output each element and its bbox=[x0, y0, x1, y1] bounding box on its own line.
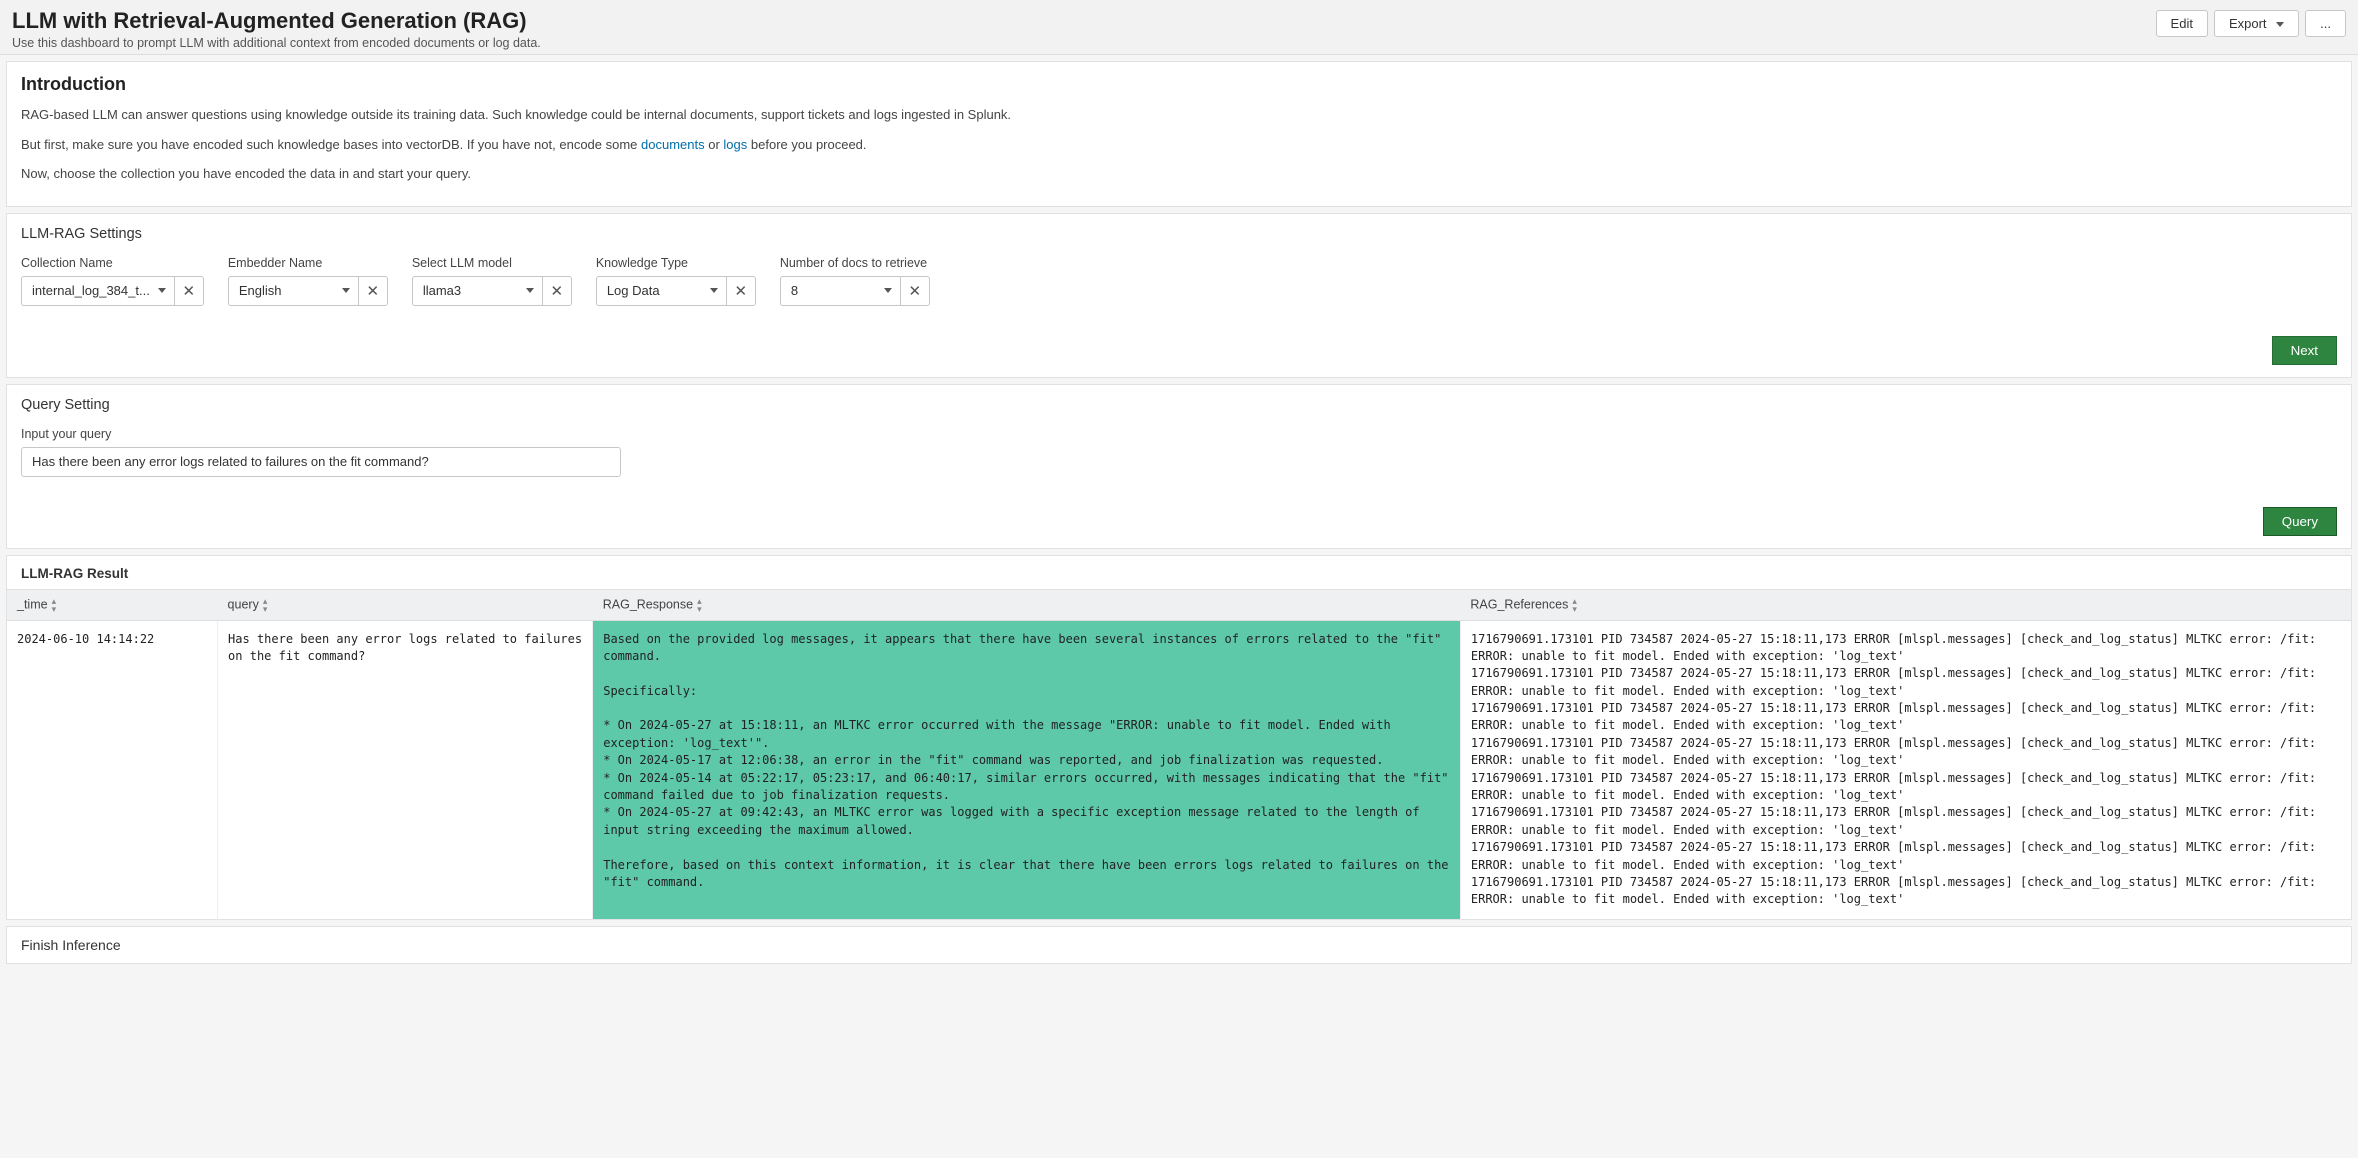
cell-query: Has there been any error logs related to… bbox=[218, 620, 593, 919]
embedder-name-label: Embedder Name bbox=[228, 256, 388, 270]
cell-response: Based on the provided log messages, it a… bbox=[593, 620, 1461, 919]
sort-icon: ▴▾ bbox=[1572, 597, 1577, 613]
result-heading: LLM-RAG Result bbox=[6, 555, 2352, 589]
collection-name-select[interactable]: internal_log_384_t... bbox=[21, 276, 174, 306]
col-response[interactable]: RAG_Response ▴▾ bbox=[593, 589, 1461, 620]
llm-model-clear[interactable]: ✕ bbox=[542, 276, 572, 306]
export-label: Export bbox=[2229, 16, 2267, 31]
finish-inference-section: Finish Inference bbox=[6, 926, 2352, 964]
close-icon: ✕ bbox=[183, 282, 196, 300]
close-icon: ✕ bbox=[551, 282, 564, 300]
collection-name-value: internal_log_384_t... bbox=[32, 283, 150, 298]
col-query[interactable]: query ▴▾ bbox=[218, 589, 593, 620]
collection-name-group: Collection Name internal_log_384_t... ✕ bbox=[21, 256, 204, 306]
introduction-heading: Introduction bbox=[21, 74, 2337, 95]
close-icon: ✕ bbox=[735, 282, 748, 300]
col-response-label: RAG_Response bbox=[603, 597, 693, 611]
sort-icon: ▴▾ bbox=[697, 597, 702, 613]
col-time[interactable]: _time ▴▾ bbox=[7, 589, 218, 620]
query-heading: Query Setting bbox=[21, 397, 2337, 413]
num-docs-group: Number of docs to retrieve 8 ✕ bbox=[780, 256, 930, 306]
result-header-row: _time ▴▾ query ▴▾ RAG_Response ▴▾ RAG_Refer… bbox=[7, 589, 2352, 620]
cell-time: 2024-06-10 14:14:22 bbox=[7, 620, 218, 919]
chevron-down-icon bbox=[2276, 22, 2284, 27]
collection-name-clear[interactable]: ✕ bbox=[174, 276, 204, 306]
num-docs-label: Number of docs to retrieve bbox=[780, 256, 930, 270]
edit-button[interactable]: Edit bbox=[2156, 10, 2208, 37]
llm-model-value: llama3 bbox=[423, 283, 461, 298]
header-left: LLM with Retrieval-Augmented Generation … bbox=[12, 8, 541, 50]
export-button[interactable]: Export bbox=[2214, 10, 2299, 37]
page-subtitle: Use this dashboard to prompt LLM with ad… bbox=[12, 36, 541, 50]
settings-form-row: Collection Name internal_log_384_t... ✕ … bbox=[21, 256, 2337, 306]
more-actions-button[interactable]: ... bbox=[2305, 10, 2346, 37]
page-title: LLM with Retrieval-Augmented Generation … bbox=[12, 8, 541, 34]
intro-paragraph-2: But first, make sure you have encoded su… bbox=[21, 135, 2337, 155]
header-actions: Edit Export ... bbox=[2156, 8, 2346, 37]
cell-query-text: Has there been any error logs related to… bbox=[228, 631, 582, 666]
embedder-name-select[interactable]: English bbox=[228, 276, 358, 306]
query-panel: Query Setting Input your query Query bbox=[6, 384, 2352, 549]
llm-model-select[interactable]: llama3 bbox=[412, 276, 542, 306]
knowledge-type-clear[interactable]: ✕ bbox=[726, 276, 756, 306]
result-table: _time ▴▾ query ▴▾ RAG_Response ▴▾ RAG_Refer… bbox=[6, 589, 2352, 920]
chevron-down-icon bbox=[710, 288, 718, 293]
introduction-panel: Introduction RAG-based LLM can answer qu… bbox=[6, 61, 2352, 207]
knowledge-type-value: Log Data bbox=[607, 283, 660, 298]
logs-link[interactable]: logs bbox=[723, 137, 747, 152]
sort-icon: ▴▾ bbox=[263, 597, 268, 613]
knowledge-type-label: Knowledge Type bbox=[596, 256, 756, 270]
embedder-name-group: Embedder Name English ✕ bbox=[228, 256, 388, 306]
intro-p2-prefix: But first, make sure you have encoded su… bbox=[21, 137, 641, 152]
embedder-name-clear[interactable]: ✕ bbox=[358, 276, 388, 306]
finish-inference-label: Finish Inference bbox=[21, 937, 121, 953]
cell-references: 1716790691.173101 PID 734587 2024-05-27 … bbox=[1460, 620, 2351, 919]
knowledge-type-group: Knowledge Type Log Data ✕ bbox=[596, 256, 756, 306]
query-input-group: Input your query bbox=[21, 427, 2337, 477]
cell-references-text: 1716790691.173101 PID 734587 2024-05-27 … bbox=[1471, 631, 2341, 909]
close-icon: ✕ bbox=[909, 282, 922, 300]
cell-time-text: 2024-06-10 14:14:22 bbox=[17, 631, 207, 648]
col-references-label: RAG_References bbox=[1470, 597, 1568, 611]
query-input-label: Input your query bbox=[21, 427, 2337, 441]
cell-response-text: Based on the provided log messages, it a… bbox=[603, 631, 1450, 892]
col-references[interactable]: RAG_References ▴▾ bbox=[1460, 589, 2351, 620]
dashboard-header: LLM with Retrieval-Augmented Generation … bbox=[0, 0, 2358, 55]
num-docs-value: 8 bbox=[791, 283, 798, 298]
close-icon: ✕ bbox=[367, 282, 380, 300]
chevron-down-icon bbox=[526, 288, 534, 293]
next-button[interactable]: Next bbox=[2272, 336, 2337, 365]
col-query-label: query bbox=[228, 597, 259, 611]
collection-name-label: Collection Name bbox=[21, 256, 204, 270]
query-input[interactable] bbox=[21, 447, 621, 477]
chevron-down-icon bbox=[342, 288, 350, 293]
query-action-row: Query bbox=[21, 507, 2337, 536]
intro-paragraph-3: Now, choose the collection you have enco… bbox=[21, 164, 2337, 184]
settings-action-row: Next bbox=[21, 336, 2337, 365]
llm-model-group: Select LLM model llama3 ✕ bbox=[412, 256, 572, 306]
sort-icon: ▴▾ bbox=[52, 597, 57, 613]
llm-model-label: Select LLM model bbox=[412, 256, 572, 270]
settings-panel: LLM-RAG Settings Collection Name interna… bbox=[6, 213, 2352, 378]
chevron-down-icon bbox=[158, 288, 166, 293]
embedder-name-value: English bbox=[239, 283, 282, 298]
documents-link[interactable]: documents bbox=[641, 137, 705, 152]
chevron-down-icon bbox=[884, 288, 892, 293]
num-docs-clear[interactable]: ✕ bbox=[900, 276, 930, 306]
intro-p2-suffix: before you proceed. bbox=[747, 137, 866, 152]
num-docs-select[interactable]: 8 bbox=[780, 276, 900, 306]
col-time-label: _time bbox=[17, 597, 48, 611]
table-row: 2024-06-10 14:14:22 Has there been any e… bbox=[7, 620, 2352, 919]
intro-p2-mid: or bbox=[705, 137, 724, 152]
query-button[interactable]: Query bbox=[2263, 507, 2337, 536]
knowledge-type-select[interactable]: Log Data bbox=[596, 276, 726, 306]
settings-heading: LLM-RAG Settings bbox=[21, 226, 2337, 242]
intro-paragraph-1: RAG-based LLM can answer questions using… bbox=[21, 105, 2337, 125]
